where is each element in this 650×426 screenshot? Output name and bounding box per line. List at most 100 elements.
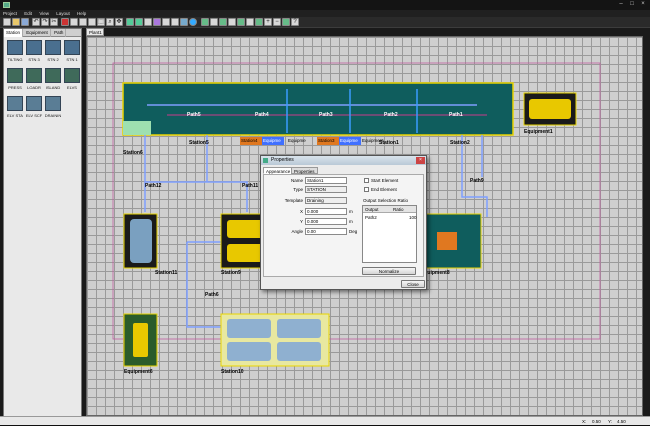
y-label: Y (299, 219, 303, 224)
menu-edit[interactable]: Edit (21, 10, 35, 17)
new-file-icon[interactable] (3, 18, 11, 26)
row-ratio[interactable]: 100 (409, 215, 417, 220)
delete-icon[interactable] (88, 18, 96, 26)
start-element-label: Start Element (371, 178, 399, 183)
maximize-button[interactable]: □ (627, 1, 637, 8)
station10-label: Station10 (221, 369, 244, 375)
cut-icon[interactable]: ✂ (50, 18, 58, 26)
island-station-icon[interactable] (45, 68, 61, 83)
dialog-title-bar: Properties × (261, 156, 426, 165)
close-window-button[interactable]: × (638, 1, 648, 8)
name-field[interactable]: Station1 (305, 177, 347, 184)
stn1-station-icon[interactable] (64, 40, 80, 55)
dialog-close-icon[interactable]: × (416, 157, 425, 164)
equipment-tag: Equipme (263, 138, 281, 143)
equipment6-vehicle (133, 323, 148, 357)
y-unit: m (349, 219, 353, 224)
start-element-checkbox[interactable] (364, 178, 369, 183)
menu-bar: Project Edit View Layout Help (0, 10, 650, 17)
col-ratio: Ratio (393, 207, 404, 212)
tab-appearance[interactable]: Appearance (263, 167, 294, 174)
palette-label: LOADR (27, 85, 41, 90)
station10-car-4 (277, 342, 321, 361)
export-icon[interactable] (237, 18, 245, 26)
path12-label: Path12 (145, 183, 162, 189)
angle-label: Angle (291, 229, 303, 234)
link-icon[interactable] (153, 18, 161, 26)
menu-help[interactable]: Help (74, 10, 89, 17)
palette-label: PRESS (8, 85, 22, 90)
app-icon (3, 2, 10, 8)
station4-tag: Station4 (241, 138, 258, 143)
split-icon[interactable] (162, 18, 170, 26)
equipment1-label: Equipment1 (524, 129, 553, 135)
undo-icon[interactable]: ↶ (32, 18, 40, 26)
move-icon[interactable]: ✥ (115, 18, 123, 26)
angle-field[interactable]: 0.00 (305, 228, 347, 235)
station10-car-3 (227, 342, 271, 361)
draining-station-icon[interactable] (45, 96, 61, 111)
paste-icon[interactable] (79, 18, 87, 26)
zoom-out-icon[interactable]: − (273, 18, 281, 26)
x-field[interactable]: 0.000 (305, 208, 347, 215)
menu-layout[interactable]: Layout (53, 10, 73, 17)
layers-icon[interactable] (255, 18, 263, 26)
table-icon[interactable] (210, 18, 218, 26)
palette-label: ISLAND (45, 85, 61, 90)
tab-plant1[interactable]: Plant1 (86, 28, 104, 36)
redo-icon[interactable]: ↷ (41, 18, 49, 26)
path1-label: Path1 (449, 112, 463, 118)
tilting-station-icon[interactable] (7, 40, 23, 55)
type-label: Type (293, 187, 303, 192)
copy-icon[interactable] (70, 18, 78, 26)
chart-icon[interactable] (201, 18, 209, 26)
select-icon[interactable]: ⬚ (97, 18, 105, 26)
status-bar: X: 0.50 Y: 4.50 (0, 416, 650, 425)
title-bar: – □ × (0, 0, 650, 10)
station11-label: Station11 (155, 270, 178, 276)
record-icon[interactable] (61, 18, 69, 26)
normalize-button[interactable]: Normalize (362, 267, 416, 275)
properties-dialog: Properties × Appearance Properties Name … (260, 155, 427, 290)
print-icon[interactable] (246, 18, 254, 26)
y-field[interactable]: 0.000 (305, 218, 347, 225)
menu-project[interactable]: Project (0, 10, 20, 17)
elevator-station-icon[interactable] (64, 68, 80, 83)
col-output: Output (365, 207, 379, 212)
properties-icon (263, 158, 268, 163)
path3-label: Path3 (319, 112, 333, 118)
zoom-in-icon[interactable]: + (264, 18, 272, 26)
properties-icon[interactable] (171, 18, 179, 26)
elevator-sta-icon[interactable] (7, 96, 23, 111)
tab-path[interactable]: Path (52, 29, 67, 37)
fit-icon[interactable] (282, 18, 290, 26)
tab-properties[interactable]: Properties (291, 167, 318, 174)
help-icon[interactable]: ? (291, 18, 299, 26)
play-icon[interactable] (180, 18, 188, 26)
settings-icon[interactable] (228, 18, 236, 26)
info-icon[interactable] (189, 18, 197, 26)
stn3-station-icon[interactable] (26, 40, 42, 55)
press-station-icon[interactable] (7, 68, 23, 83)
station10-car-1 (227, 319, 271, 338)
open-folder-icon[interactable] (12, 18, 20, 26)
tab-equipment[interactable]: Equipment (24, 29, 51, 37)
station6-label: Station6 (123, 150, 143, 156)
palette-label: STN 3 (28, 57, 40, 62)
elevator-scf-icon[interactable] (26, 96, 42, 111)
station-tool-icon[interactable] (126, 18, 134, 26)
output-ratio-table: Output Ratio Path2 100 (362, 205, 417, 263)
row-output[interactable]: Path2 (365, 215, 377, 220)
report-icon[interactable] (219, 18, 227, 26)
close-button[interactable]: Close (401, 280, 425, 288)
stn2-station-icon[interactable] (45, 40, 61, 55)
tab-station[interactable]: Station (4, 29, 24, 37)
menu-view[interactable]: View (36, 10, 52, 17)
end-element-checkbox[interactable] (364, 187, 369, 192)
zoom-icon[interactable]: ⌕ (106, 18, 114, 26)
loader-station-icon[interactable] (26, 68, 42, 83)
station2-tool-icon[interactable] (135, 18, 143, 26)
save-icon[interactable] (21, 18, 29, 26)
grid-icon[interactable] (144, 18, 152, 26)
minimize-button[interactable]: – (616, 1, 626, 8)
